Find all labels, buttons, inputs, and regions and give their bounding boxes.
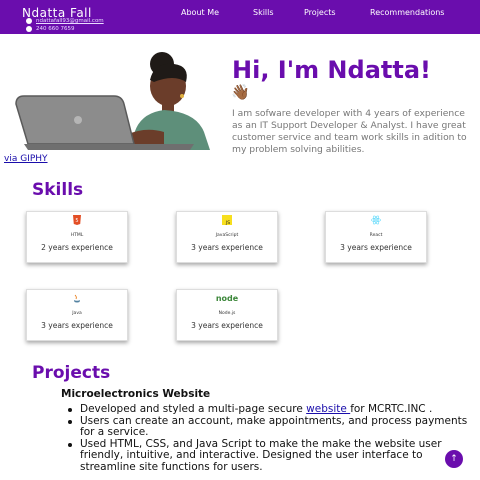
back-to-top-button[interactable]: ↑: [445, 450, 463, 468]
javascript-icon: JS: [222, 215, 232, 225]
phone-icon: [26, 26, 32, 32]
react-icon: [371, 215, 381, 225]
skill-card-html: 5 HTML 2 years experience: [26, 211, 128, 263]
arrow-up-icon: ↑: [450, 454, 458, 464]
hero-title: Hi, I'm Ndatta!: [232, 56, 431, 84]
skill-experience: 2 years experience: [41, 243, 113, 252]
svg-text:node: node: [216, 294, 239, 303]
skill-name: React: [369, 233, 383, 238]
nav-about-me[interactable]: About Me: [181, 8, 219, 17]
skill-name: Node.js: [218, 311, 236, 316]
website-link[interactable]: website: [306, 403, 350, 415]
list-item: Developed and styled a multi-page secure…: [68, 403, 472, 416]
nav-recommendations[interactable]: Recommendations: [370, 8, 444, 17]
skill-card-javascript: JS JavaScript 3 years experience: [176, 211, 278, 263]
project-title: Microelectronics Website: [61, 388, 211, 400]
bullet-text: for MCRTC.INC .: [350, 403, 433, 415]
phone-contact: 240 660 7659: [26, 26, 75, 32]
java-icon: [74, 294, 80, 303]
skill-experience: 3 years experience: [191, 321, 263, 330]
site-header: Ndatta Fall ndattafall93@gmail.com 240 6…: [0, 0, 480, 34]
nav-skills[interactable]: Skills: [253, 8, 274, 17]
email-link[interactable]: ndattafall93@gmail.com: [26, 18, 104, 24]
list-item: Users can create an account, make appoin…: [68, 415, 472, 439]
email-text: ndattafall93@gmail.com: [36, 18, 104, 24]
email-icon: [26, 18, 32, 24]
list-item: Used HTML, CSS, and Java Script to make …: [68, 438, 472, 474]
nodejs-icon: node: [216, 294, 239, 303]
skill-name: HTML: [70, 233, 84, 238]
hero-bio: I am sofware developer with 4 years of e…: [232, 108, 467, 155]
nav-projects[interactable]: Projects: [304, 8, 336, 17]
skills-heading: Skills: [32, 180, 84, 200]
skill-experience: 3 years experience: [340, 243, 412, 252]
skill-card-java: Java 3 years experience: [26, 289, 128, 341]
svg-text:5: 5: [75, 218, 78, 224]
bullet-text: Developed and styled a multi-page secure: [80, 403, 307, 415]
projects-heading: Projects: [32, 363, 111, 383]
skill-card-react: React 3 years experience: [325, 211, 427, 263]
project-details-list: Developed and styled a multi-page secure…: [68, 403, 472, 474]
waving-hand-icon: 👋🏾: [231, 83, 250, 101]
skill-experience: 3 years experience: [191, 243, 263, 252]
skill-experience: 3 years experience: [41, 321, 113, 330]
giphy-link[interactable]: via GIPHY: [4, 154, 48, 164]
skill-name: JavaScript: [215, 233, 239, 238]
hero-illustration: [15, 52, 210, 150]
html5-icon: 5: [73, 215, 81, 225]
svg-text:JS: JS: [225, 220, 230, 225]
phone-text: 240 660 7659: [36, 26, 75, 32]
skill-card-nodejs: node Node.js 3 years experience: [176, 289, 278, 341]
skill-name: Java: [72, 311, 82, 316]
